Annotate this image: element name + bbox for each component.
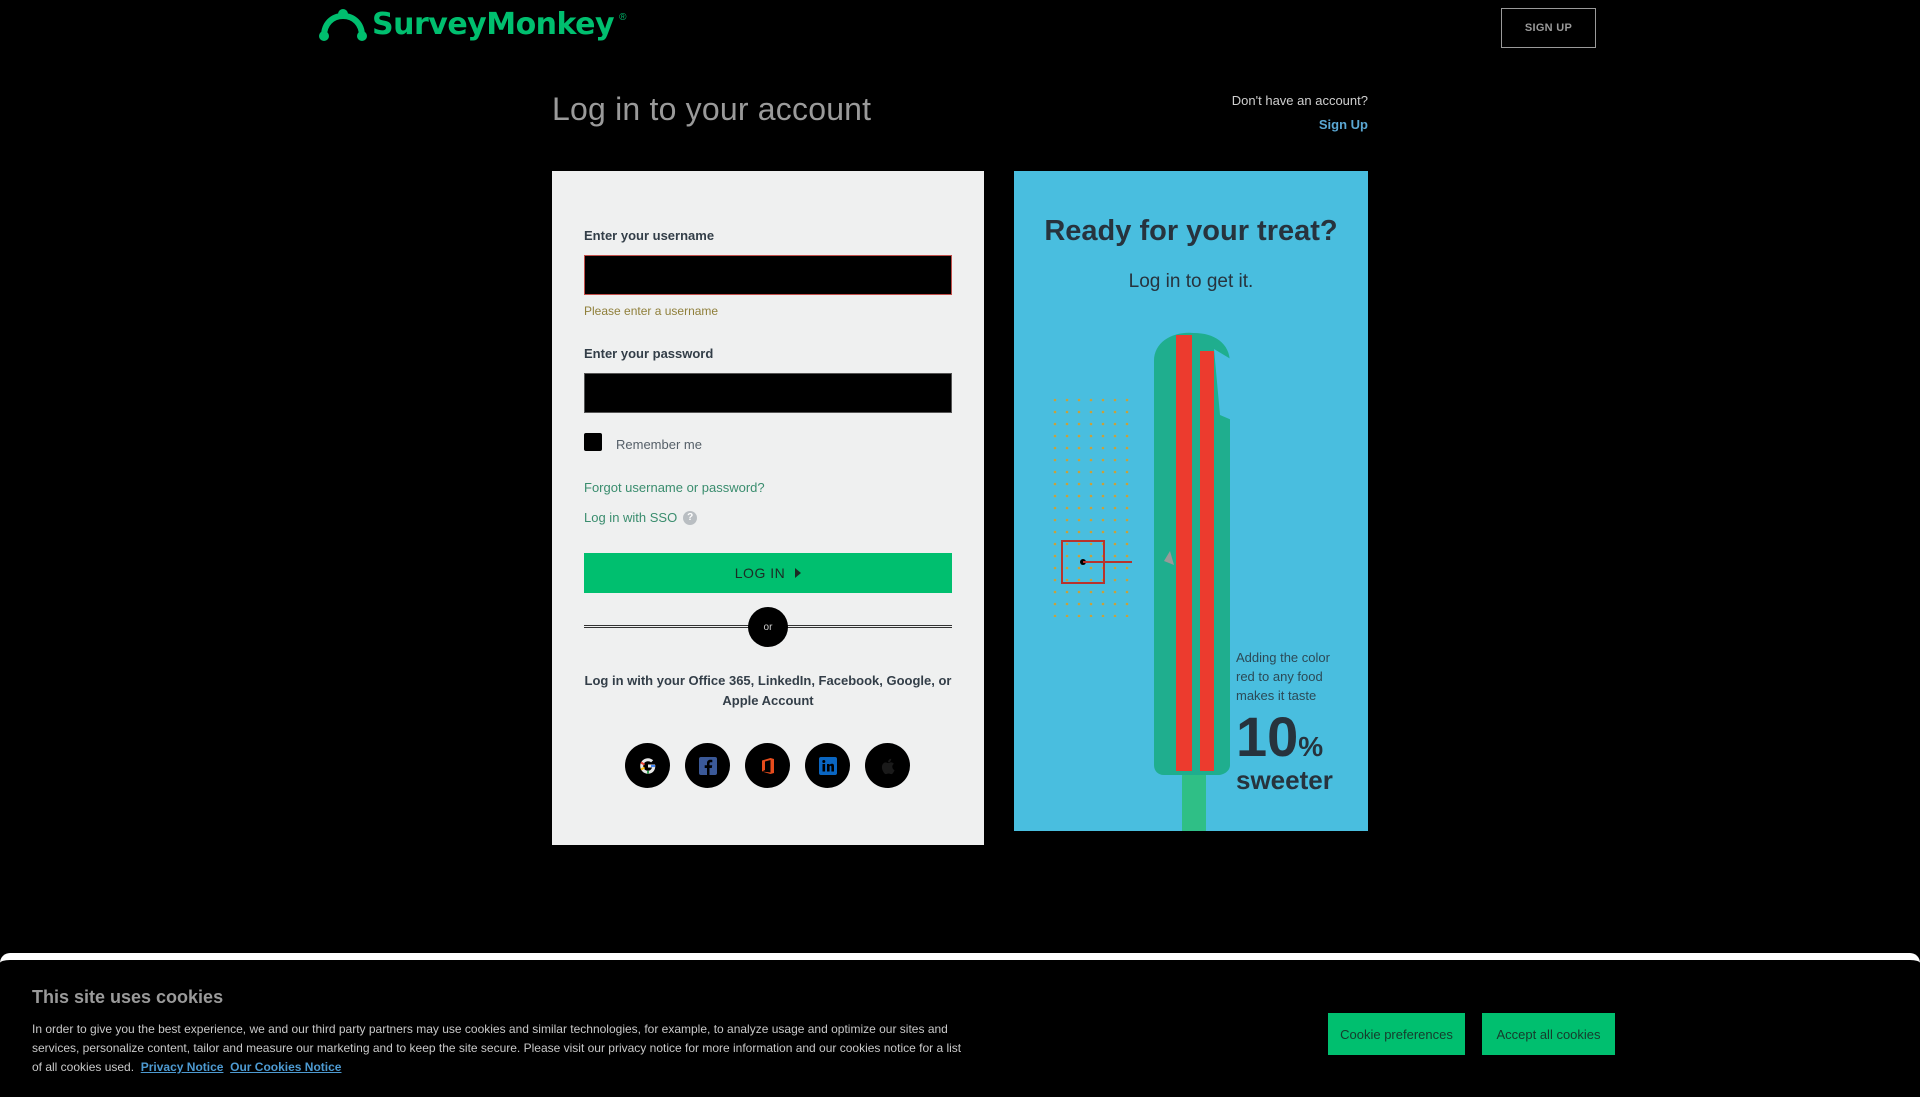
cookie-text-line: of all cookies used. [32,1060,135,1074]
cookie-text-line: services, personalize content, tailor an… [32,1041,962,1055]
login-button[interactable]: LOG IN [584,553,952,593]
header-signup-button[interactable]: SIGN UP [1501,8,1596,48]
sso-link-label: Log in with SSO [584,510,678,525]
facebook-icon [698,756,717,775]
cookie-banner: This site uses cookies In order to give … [0,953,1920,1097]
social-login-row [625,743,910,788]
password-input[interactable] [584,373,952,413]
accept-all-cookies-button[interactable]: Accept all cookies [1482,1013,1615,1055]
cookie-preferences-button[interactable]: Cookie preferences [1328,1013,1465,1055]
linkedin-icon [818,756,837,775]
office365-login-button[interactable] [745,743,790,788]
google-login-button[interactable] [625,743,670,788]
forgot-credentials-link[interactable]: Forgot username or password? [584,480,765,495]
password-label: Enter your password [584,346,714,361]
logo-registered-mark: ® [619,11,627,23]
facebook-login-button[interactable] [685,743,730,788]
promo-caption-line: Adding the color [1236,650,1330,665]
username-label: Enter your username [584,228,715,243]
login-panel: Enter your username Please enter a usern… [552,171,984,845]
or-badge: or [748,607,788,647]
privacy-notice-link[interactable]: Privacy Notice [141,1060,224,1074]
signup-link[interactable]: Sign Up [1319,117,1368,132]
sso-login-link[interactable]: Log in with SSO ? [584,510,698,525]
apple-login-button[interactable] [865,743,910,788]
surveymonkey-logo-icon [319,9,367,41]
cookie-text-line-last: of all cookies used. Privacy Notice Our … [32,1058,1052,1077]
username-error: Please enter a username [584,304,719,318]
remember-me-checkbox[interactable] [584,433,602,451]
cookies-notice-link[interactable]: Our Cookies Notice [230,1060,341,1074]
cookie-banner-title: This site uses cookies [32,987,224,1007]
linkedin-login-button[interactable] [805,743,850,788]
promo-stat-number: 10 [1236,705,1299,768]
promo-caption-line: red to any food [1236,669,1323,684]
help-icon[interactable]: ? [683,510,698,525]
username-input[interactable] [584,255,952,295]
logo-text: SurveyMonkey [372,6,615,42]
login-button-label: LOG IN [734,565,786,581]
page-title: Log in to your account [552,91,872,127]
promo-panel: Ready for your treat? Log in to get it. … [1014,171,1368,831]
surveymonkey-logo[interactable]: SurveyMonkey ® [318,6,626,42]
promo-caption-line: makes it taste [1236,688,1317,703]
promo-stat-word: sweeter [1236,765,1333,795]
promo-caption: Adding the color red to any food makes i… [1236,648,1330,705]
office365-icon [761,757,774,774]
google-icon [639,757,655,774]
no-account-text: Don't have an account? [1231,93,1368,108]
promo-subtitle: Log in to get it. [1128,271,1254,292]
cookie-banner-text: In order to give you the best experience… [32,1020,1052,1077]
dot-grid-decoration [1052,397,1132,617]
arrow-right-icon [795,568,802,578]
apple-icon [881,758,894,774]
promo-stat-percent: % [1298,731,1324,762]
remember-me-label: Remember me [616,437,702,452]
social-login-text: Log in with your Office 365, LinkedIn, F… [584,673,952,708]
promo-title: Ready for your treat? [1044,215,1338,247]
cookie-text-line: In order to give you the best experience… [32,1022,948,1036]
